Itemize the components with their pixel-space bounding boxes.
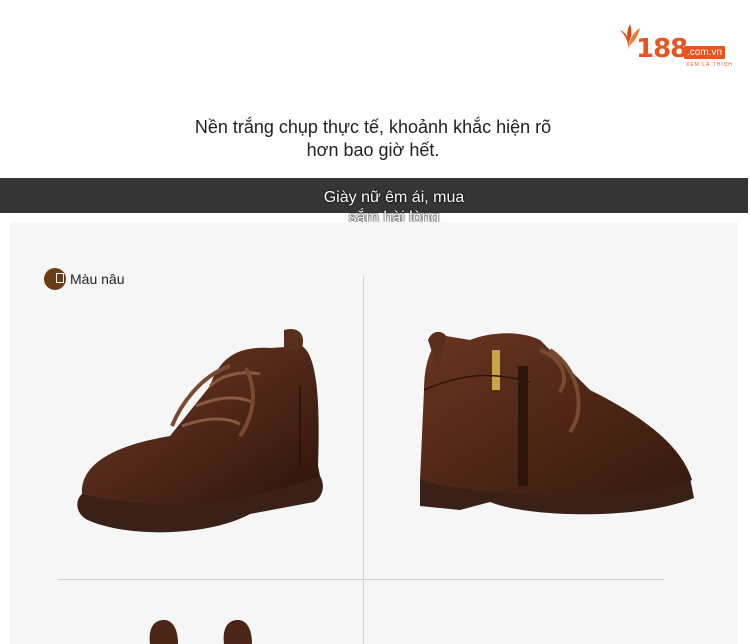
site-logo[interactable]: 188 .com.vn XEM LÀ THÍCH — [616, 22, 734, 70]
boot-side-image — [420, 331, 694, 515]
boot-pair-partial-image — [149, 620, 252, 644]
color-label: Màu nâu — [70, 271, 125, 287]
grid-divider-vertical — [363, 276, 364, 644]
logo-domain: .com.vn — [684, 46, 726, 59]
headline-line-1: Nền trắng chụp thực tế, khoảnh khắc hiện… — [194, 117, 552, 137]
boot-front-image — [77, 328, 323, 533]
color-option[interactable]: Màu nâu — [44, 268, 124, 290]
color-swatch-icon — [44, 268, 66, 290]
banner-caption: Giày nữ êm ái, mua sắm hài lòng — [297, 188, 491, 226]
banner-line-1: Giày nữ êm ái, mua — [323, 189, 465, 206]
grid-divider-horizontal — [58, 579, 664, 580]
logo-number: 188 — [636, 34, 688, 64]
logo-tagline: XEM LÀ THÍCH — [686, 62, 733, 68]
headline-line-2: hơn bao giờ hết. — [306, 140, 440, 160]
intro-headline: Nền trắng chụp thực tế, khoảnh khắc hiện… — [0, 116, 746, 162]
